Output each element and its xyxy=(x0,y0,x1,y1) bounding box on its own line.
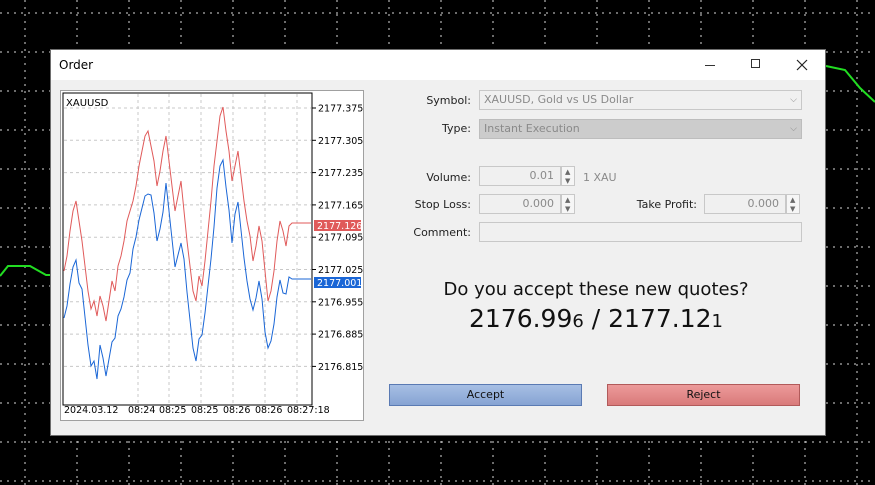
background-price-line-right xyxy=(825,65,875,103)
price-tick-label: 2177.375 xyxy=(318,104,363,115)
time-tick-label: 08:25 xyxy=(191,405,218,416)
chevron-down-icon: ⌵ xyxy=(790,124,797,134)
time-tick-label: 08:25 xyxy=(159,405,186,416)
requote-prices: 2176.996 / 2177.121 xyxy=(391,304,801,333)
arrow-up-icon: ▲ xyxy=(565,168,571,176)
bid-quote-main: 2176.99 xyxy=(468,304,573,333)
window-title: Order xyxy=(59,58,94,72)
price-tick-label: 2177.095 xyxy=(318,233,363,244)
symbol-value: XAUUSD, Gold vs US Dollar xyxy=(484,93,634,106)
type-value: Instant Execution xyxy=(484,122,580,135)
price-tick-label: 2177.165 xyxy=(318,200,363,211)
quote-separator: / xyxy=(583,304,609,333)
minimize-button[interactable] xyxy=(687,50,733,80)
volume-stepper[interactable]: ▲ ▼ xyxy=(561,166,575,186)
time-tick-label: 08:27:18 xyxy=(287,405,330,416)
title-bar[interactable]: Order xyxy=(51,50,825,80)
close-icon xyxy=(796,59,808,71)
price-tick-label: 2177.235 xyxy=(318,168,363,179)
tick-chart-svg: XAUUSD 2177.375 2177.305 2177.235 2177.165 2… xyxy=(62,92,363,416)
ask-quote-main: 2177.12 xyxy=(608,304,712,333)
volume-unit: 1 XAU xyxy=(583,171,617,184)
stoploss-label: Stop Loss: xyxy=(414,198,471,211)
type-label: Type: xyxy=(442,122,471,135)
volume-label: Volume: xyxy=(426,171,471,184)
time-tick-label: 08:26 xyxy=(255,405,282,416)
requote-question: Do you accept these new quotes? xyxy=(443,279,749,300)
price-tick-label: 2176.815 xyxy=(318,362,363,373)
price-tick-label: 2177.025 xyxy=(318,265,363,276)
arrow-down-icon: ▼ xyxy=(565,177,571,185)
time-tick-label: 2024.03.12 xyxy=(64,405,118,416)
symbol-select[interactable]: XAUUSD, Gold vs US Dollar ⌵ xyxy=(479,90,802,110)
ask-price-label: 2177.126 xyxy=(317,221,362,232)
takeprofit-label: Take Profit: xyxy=(636,198,697,211)
arrow-down-icon: ▼ xyxy=(565,205,571,213)
stoploss-input[interactable]: 0.000 xyxy=(479,194,561,214)
time-tick-label: 08:24 xyxy=(128,405,155,416)
bid-price-marker: 2177.001 xyxy=(314,277,362,289)
symbol-label: Symbol: xyxy=(426,94,471,107)
type-select[interactable]: Instant Execution ⌵ xyxy=(479,119,802,139)
bid-price-label: 2177.001 xyxy=(317,278,362,289)
close-button[interactable] xyxy=(779,50,825,80)
bid-quote-pip: 6 xyxy=(572,311,584,332)
ask-quote-pip: 1 xyxy=(711,311,723,332)
stoploss-stepper[interactable]: ▲ ▼ xyxy=(561,194,575,214)
price-tick-label: 2176.955 xyxy=(318,297,363,308)
volume-input[interactable]: 0.01 xyxy=(479,166,561,186)
chevron-down-icon: ⌵ xyxy=(790,95,797,105)
price-tick-label: 2177.305 xyxy=(318,136,363,147)
order-dialog: Order XAUUSD 2177.375 2177.305 2177.235 217… xyxy=(50,49,826,436)
accept-button[interactable]: Accept xyxy=(389,384,582,406)
takeprofit-input[interactable]: 0.000 xyxy=(704,194,786,214)
arrow-up-icon: ▲ xyxy=(565,196,571,204)
takeprofit-stepper[interactable]: ▲ ▼ xyxy=(786,194,800,214)
price-tick-label: 2176.885 xyxy=(318,330,363,341)
time-tick-label: 08:26 xyxy=(223,405,250,416)
ask-line xyxy=(63,106,311,322)
arrow-down-icon: ▼ xyxy=(790,205,796,213)
chart-symbol: XAUUSD xyxy=(66,98,109,109)
arrow-up-icon: ▲ xyxy=(790,196,796,204)
reject-button[interactable]: Reject xyxy=(607,384,800,406)
comment-input[interactable] xyxy=(479,222,802,242)
maximize-button[interactable] xyxy=(733,50,779,80)
comment-label: Comment: xyxy=(413,226,471,239)
ask-price-marker: 2177.126 xyxy=(314,220,362,232)
tick-chart: XAUUSD 2177.375 2177.305 2177.235 2177.165 2… xyxy=(60,90,364,421)
